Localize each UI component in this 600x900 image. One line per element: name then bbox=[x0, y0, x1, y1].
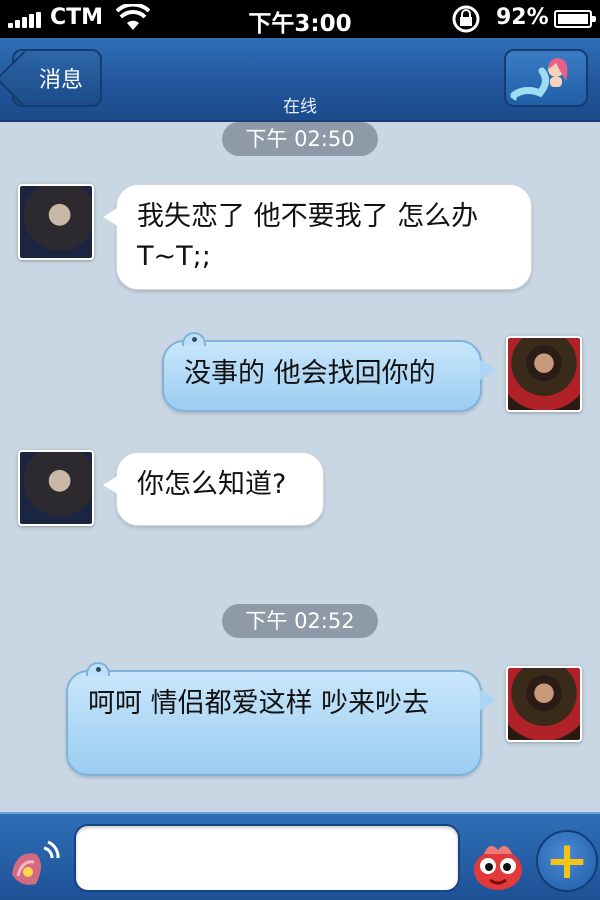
emoji-fish-icon[interactable] bbox=[466, 832, 530, 896]
contact-profile-button[interactable] bbox=[504, 49, 588, 107]
back-button-label: 消息 bbox=[38, 68, 83, 93]
message-text: 你怎么知道? bbox=[137, 469, 287, 500]
message-text: 我失恋了 他不要我了 怎么办 T~T;; bbox=[137, 201, 479, 272]
timestamp-pill: 下午 02:50 bbox=[222, 122, 378, 156]
mermaid-avatar-icon bbox=[510, 58, 568, 101]
incoming-message-bubble[interactable]: 你怎么知道? bbox=[103, 452, 324, 526]
timestamp-pill: 下午 02:52 bbox=[222, 604, 378, 638]
add-attachment-button[interactable]: + bbox=[536, 830, 598, 892]
contact-avatar[interactable] bbox=[18, 450, 94, 526]
navigation-bar: 消息 在线 bbox=[0, 38, 600, 122]
incoming-message-bubble[interactable]: 我失恋了 他不要我了 怎么办 T~T;; bbox=[103, 184, 532, 290]
battery-icon bbox=[554, 10, 596, 28]
my-avatar[interactable] bbox=[506, 336, 582, 412]
rotation-lock-icon bbox=[452, 5, 480, 33]
whale-bubble-decoration bbox=[86, 662, 110, 676]
plus-icon: + bbox=[545, 831, 589, 891]
message-input[interactable] bbox=[74, 824, 460, 892]
battery-percentage: 92% bbox=[496, 5, 549, 30]
message-text: 没事的 他会找回你的 bbox=[184, 358, 436, 389]
outgoing-message-bubble[interactable]: 呵呵 情侣都爱这样 吵来吵去 bbox=[66, 662, 496, 776]
status-bar: CTM 下午3:00 92% bbox=[0, 0, 600, 38]
whale-bubble-decoration bbox=[182, 332, 206, 346]
outgoing-message-bubble[interactable]: 没事的 他会找回你的 bbox=[162, 332, 496, 412]
my-avatar[interactable] bbox=[506, 666, 582, 742]
composer-bar: + bbox=[0, 812, 600, 900]
voice-shell-icon[interactable] bbox=[6, 834, 66, 894]
message-text: 呵呵 情侣都爱这样 吵来吵去 bbox=[88, 688, 430, 719]
contact-avatar[interactable] bbox=[18, 184, 94, 260]
